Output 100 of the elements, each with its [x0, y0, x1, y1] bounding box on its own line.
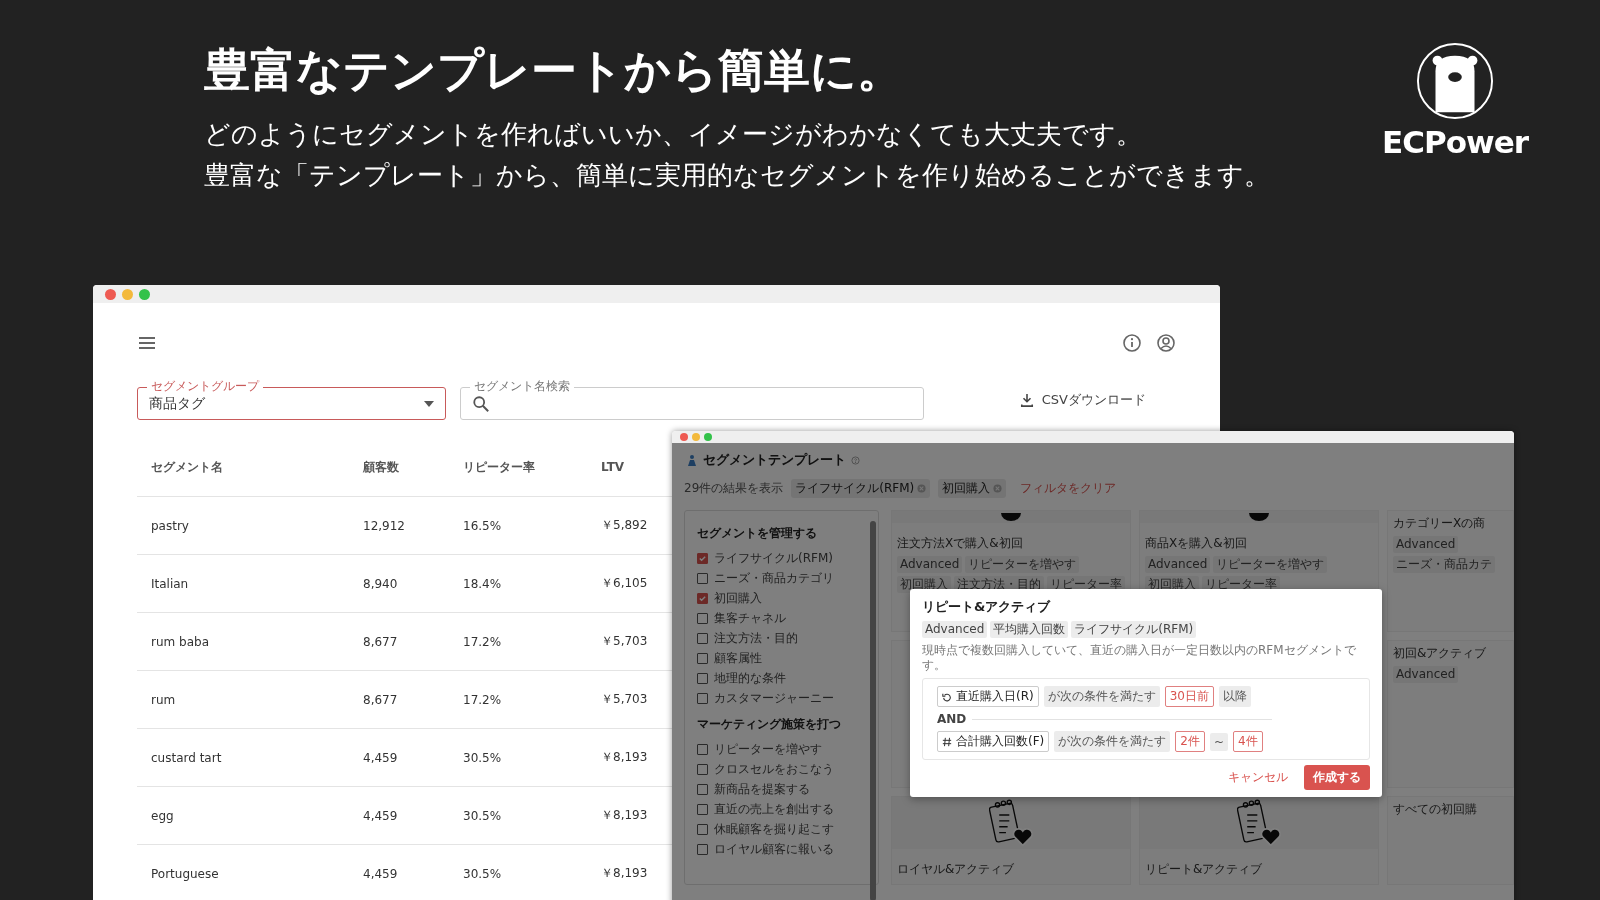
checkbox[interactable] [697, 692, 708, 704]
tag: Advanced [922, 621, 988, 638]
create-button[interactable]: 作成する [1304, 765, 1370, 790]
condition-field[interactable]: 合計購入回数(F) [937, 731, 1050, 752]
checkbox[interactable] [697, 672, 708, 684]
notebook-heart-icon [989, 799, 1033, 847]
csv-download-button[interactable]: CSVダウンロード [1013, 389, 1152, 410]
filter-option[interactable]: 注文方法・目的 [697, 628, 798, 648]
close-dot[interactable] [680, 433, 688, 441]
tag: Advanced [1393, 536, 1459, 553]
card-title[interactable]: すべての初回購 [1393, 801, 1510, 818]
minimize-dot[interactable] [692, 433, 700, 441]
brand-name: ECPower [1382, 124, 1528, 160]
scrollbar-thumb[interactable] [870, 521, 876, 900]
card-title[interactable]: カテゴリーXの商 [1393, 515, 1510, 532]
tag: ニーズ・商品カテ [1393, 556, 1495, 573]
table-cell: 30.5% [463, 750, 502, 765]
info-icon[interactable] [1122, 333, 1142, 353]
checkbox[interactable] [697, 612, 708, 624]
filter-option[interactable]: リピーターを増やす [697, 739, 822, 759]
table-cell: rum baba [151, 634, 209, 649]
filter-option[interactable]: 新商品を提案する [697, 779, 810, 799]
intro-text: 豊富な「テンプレート」から、簡単に実用的なセグメントを作り始めることができます。 [204, 159, 1270, 192]
table-cell: 4,459 [363, 750, 398, 765]
checkbox[interactable] [697, 552, 708, 564]
filter-option[interactable]: カスタマージャーニー [697, 688, 834, 708]
segment-group-select[interactable]: セグメントグループ 商品タグ [137, 379, 446, 420]
table-cell: 18.4% [463, 576, 502, 591]
card-title[interactable]: 商品Xを購入&初回 [1145, 535, 1375, 552]
table-cell: 17.2% [463, 692, 502, 707]
condition-value[interactable]: 2件 [1175, 731, 1205, 752]
card-title[interactable]: 注文方法Xで購入&初回 [897, 535, 1127, 552]
table-cell: ￥5,703 [601, 691, 648, 708]
table-cell: rum [151, 692, 176, 707]
condition-value[interactable]: 4件 [1232, 731, 1263, 752]
table-cell: Italian [151, 576, 189, 591]
and-label: AND [937, 712, 967, 726]
tag: 平均購入回数 [990, 621, 1069, 638]
condition-value[interactable]: 30日前 [1164, 686, 1214, 707]
filter-option[interactable]: ロイヤル顧客に報いる [697, 839, 834, 859]
table-cell: 8,677 [363, 692, 398, 707]
history-icon [942, 691, 952, 702]
tag: Advanced [1145, 556, 1211, 573]
table-cell: 4,459 [363, 866, 398, 881]
checkbox[interactable] [697, 843, 708, 855]
checkbox[interactable] [697, 632, 708, 644]
group-heading: マーケティング施策を打つ [697, 716, 842, 733]
filter-chip[interactable]: 初回購入 [938, 479, 1007, 498]
dialog-title: リピート&アクティブ [922, 598, 1052, 616]
condition-field[interactable]: 直近購入日(R) [937, 686, 1039, 707]
column-header: リピーター率 [463, 458, 535, 476]
table-cell: 17.2% [463, 634, 502, 649]
checkbox[interactable] [697, 803, 708, 815]
table-cell: pastry [151, 518, 189, 533]
table-cell: ￥8,193 [601, 749, 648, 766]
illustration-icon [1001, 513, 1021, 521]
account-icon[interactable] [1156, 333, 1176, 353]
filter-option[interactable]: 直近の売上を創出する [697, 799, 834, 819]
table-cell: ￥5,892 [601, 517, 648, 534]
filter-option[interactable]: 地理的な条件 [697, 668, 786, 688]
zoom-dot[interactable] [139, 288, 150, 300]
caret-icon [424, 400, 434, 407]
filter-option[interactable]: 休眠顧客を掘り起こす [697, 819, 834, 839]
checkbox[interactable] [697, 823, 708, 835]
minimize-dot[interactable] [122, 288, 133, 300]
table-cell: custard tart [151, 750, 222, 765]
checkbox[interactable] [697, 652, 708, 664]
cancel-button[interactable]: キャンセル [1222, 768, 1294, 787]
table-cell: 30.5% [463, 866, 502, 881]
checkbox[interactable] [697, 743, 708, 755]
filter-chip[interactable]: ライフサイクル(RFM) [791, 479, 931, 498]
card-title[interactable]: ロイヤル&アクティブ [897, 861, 1127, 878]
help-icon[interactable] [851, 455, 860, 465]
condition-operator: が次の条件を満たす [1054, 731, 1171, 752]
filter-option[interactable]: ライフサイクル(RFM) [697, 548, 833, 568]
download-icon [1019, 392, 1034, 407]
illustration-icon [1249, 513, 1269, 521]
close-dot[interactable] [105, 288, 116, 300]
filter-option[interactable]: ニーズ・商品カテゴリ [697, 568, 834, 588]
card-title[interactable]: リピート&アクティブ [1145, 861, 1375, 878]
intro-text: どのようにセグメントを作ればいいか、イメージがわかなくても大丈夫です。 [204, 118, 1143, 151]
card-title[interactable]: 初回&アクティブ [1393, 645, 1510, 662]
group-heading: セグメントを管理する [697, 525, 818, 542]
checkbox[interactable] [697, 572, 708, 584]
zoom-dot[interactable] [704, 433, 712, 441]
search-icon [472, 394, 490, 413]
clear-filters-link[interactable]: フィルタをクリア [1020, 480, 1117, 497]
filter-option[interactable]: 初回購入 [697, 588, 762, 608]
search-field[interactable]: セグメント名検索 [460, 379, 924, 420]
checkbox[interactable] [697, 783, 708, 795]
column-header: LTV [601, 460, 625, 474]
filter-option[interactable]: クロスセルをおこなう [697, 759, 834, 779]
checkbox[interactable] [697, 592, 708, 604]
table-cell: 30.5% [463, 808, 502, 823]
filter-option[interactable]: 集客チャネル [697, 608, 786, 628]
tag: リピーターを増やす [965, 556, 1080, 573]
checkbox[interactable] [697, 763, 708, 775]
tag: リピーターを増やす [1213, 556, 1328, 573]
condition-operator: 以降 [1219, 686, 1251, 707]
filter-option[interactable]: 顧客属性 [697, 648, 762, 668]
